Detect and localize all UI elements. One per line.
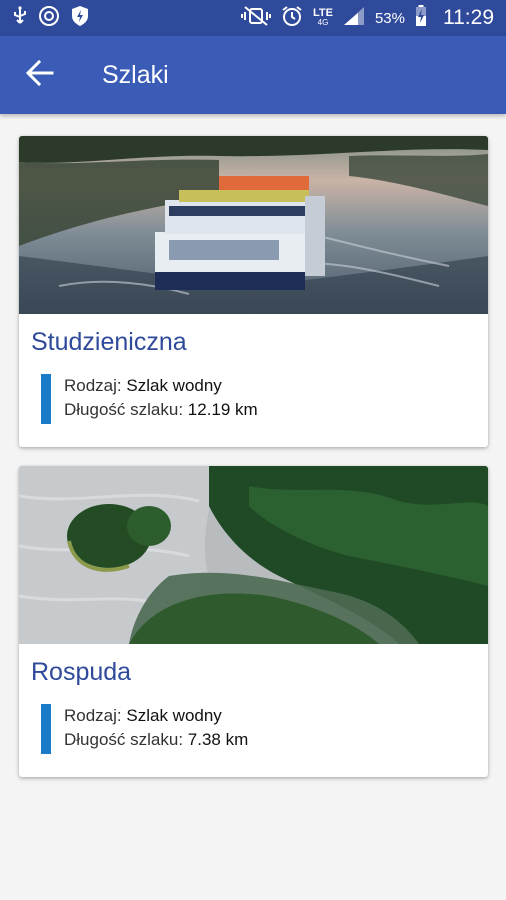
page-title: Szlaki (102, 60, 169, 89)
trail-card[interactable]: Studzieniczna Rodzaj: Szlak wodny Długoś… (19, 136, 488, 447)
trail-type-value: Szlak wodny (126, 376, 222, 395)
trail-type-label: Rodzaj: (64, 706, 122, 725)
aerial-forest-river-photo (19, 466, 488, 644)
trail-length: Długość szlaku: 7.38 km (64, 730, 248, 750)
trail-length-label: Długość szlaku: (64, 400, 184, 419)
signal-icon (343, 6, 365, 31)
trail-name: Studzieniczna (31, 328, 187, 356)
back-button[interactable] (20, 55, 60, 95)
accent-bar (41, 374, 51, 424)
trail-length-value: 7.38 km (187, 730, 249, 749)
trail-type: Rodzaj: Szlak wodny (64, 376, 222, 396)
trail-type-value: Szlak wodny (126, 706, 222, 725)
accent-bar (41, 704, 51, 754)
trail-card[interactable]: Rospuda Rodzaj: Szlak wodny Długość szla… (19, 466, 488, 777)
trail-type: Rodzaj: Szlak wodny (64, 706, 222, 726)
trail-length-value: 12.19 km (187, 400, 258, 419)
sync-icon (38, 5, 60, 32)
trail-info: Rodzaj: Szlak wodny Długość szlaku: 12.1… (41, 374, 461, 424)
trail-name: Rospuda (31, 658, 132, 686)
trail-length: Długość szlaku: 12.19 km (64, 400, 258, 420)
boat-on-lake-photo (19, 136, 488, 314)
arrow-back-icon (25, 59, 54, 92)
shield-icon (70, 5, 90, 32)
clock: 11:29 (443, 6, 494, 29)
battery-percent: 53% (374, 9, 405, 27)
alarm-icon (281, 5, 303, 32)
battery-icon (415, 4, 427, 32)
app-bar: Szlaki (0, 36, 506, 114)
status-bar: LTE 4G 53% 11:29 (0, 0, 506, 36)
usb-icon (12, 5, 28, 31)
trail-length-label: Długość szlaku: (64, 730, 184, 749)
lte-indicator: LTE 4G (313, 7, 333, 28)
trail-type-label: Rodzaj: (64, 376, 122, 395)
vibrate-mute-icon (241, 5, 271, 31)
trail-info: Rodzaj: Szlak wodny Długość szlaku: 7.38… (41, 704, 461, 754)
